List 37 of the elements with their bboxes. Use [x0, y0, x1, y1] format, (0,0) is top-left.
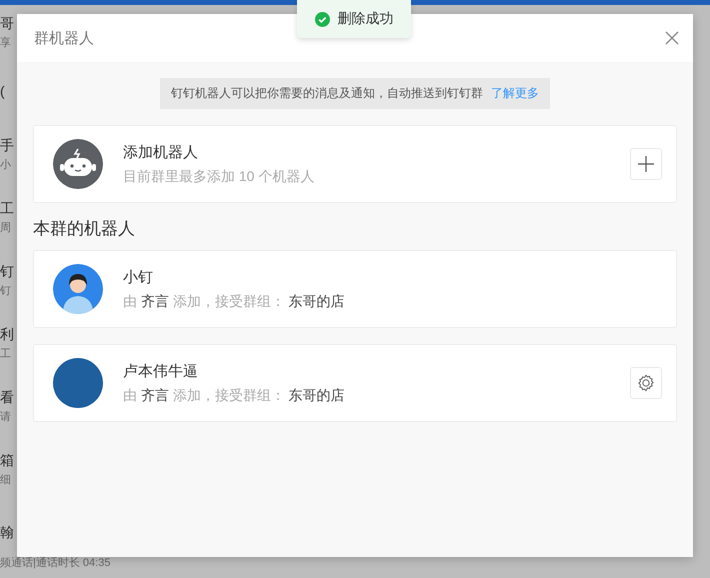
chat-preview: 享 — [0, 37, 12, 49]
chat-title: 工 — [0, 200, 15, 216]
chat-preview: 周 — [0, 222, 12, 234]
toast-text: 删除成功 — [338, 10, 394, 28]
settings-button[interactable] — [630, 367, 662, 399]
chat-title: ( — [0, 82, 6, 98]
chat-preview: 请 — [0, 410, 12, 422]
section-title: 本群的机器人 — [33, 218, 136, 240]
add-robot-title: 添加机器人 — [123, 142, 199, 162]
chat-title: 钉 — [0, 262, 15, 278]
robot-added-by: 由 齐言 添加，接受群组： 东哥的店 — [123, 386, 346, 404]
chat-preview: 小 — [0, 158, 12, 170]
chat-title: 利 — [0, 326, 15, 342]
plus-icon — [638, 156, 654, 172]
photo-placeholder — [53, 358, 103, 408]
close-icon[interactable] — [665, 31, 679, 45]
learn-more-link[interactable]: 了解更多 — [491, 85, 539, 102]
check-icon — [314, 12, 330, 26]
avatar-icon — [53, 264, 103, 314]
chat-preview: 工 — [0, 348, 12, 360]
add-robot-limit: 目前群里最多添加 10 个机器人 — [123, 168, 316, 186]
chat-title: 箱 — [0, 452, 15, 468]
chat-preview: 钉 — [0, 284, 12, 296]
robot-added-by: 由 齐言 添加，接受群组： 东哥的店 — [123, 292, 346, 310]
robot-name: 卢本伟牛逼 — [123, 362, 199, 380]
chat-title: 翰 — [0, 524, 15, 540]
chat-preview: 细 — [0, 474, 12, 486]
chat-preview: 频通话|通话时长 04:35 — [0, 556, 110, 570]
notice-text: 钉钉机器人可以把你需要的消息及通知，自动推送到钉钉群 — [171, 85, 483, 102]
robot-name: 小钉 — [123, 268, 154, 286]
robot-icon — [53, 139, 103, 189]
chat-title: 手 — [0, 136, 15, 152]
chat-title: 看 — [0, 388, 15, 404]
settings-icon — [637, 374, 655, 392]
add-button[interactable] — [630, 148, 662, 180]
chat-title: 哥 — [0, 15, 15, 31]
dialog-title: 群机器人 — [34, 28, 94, 48]
